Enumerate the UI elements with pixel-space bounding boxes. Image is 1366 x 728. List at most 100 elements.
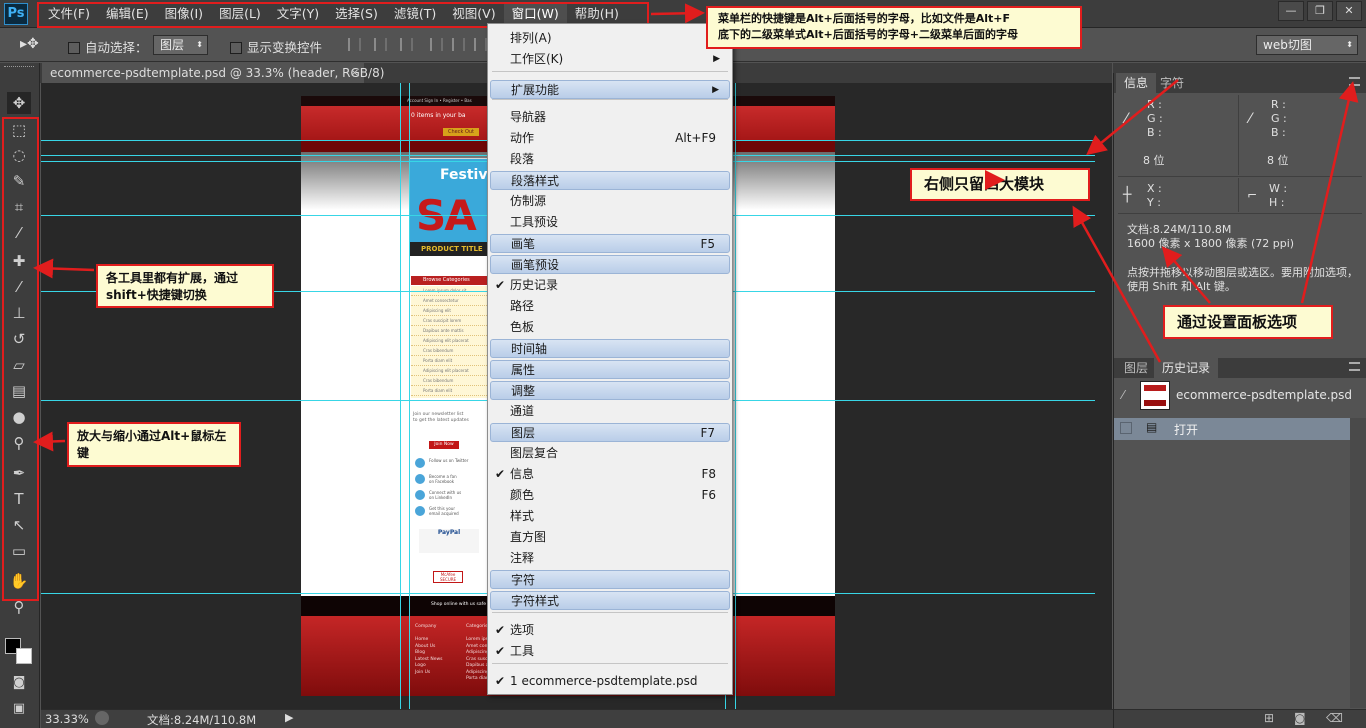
window-menu-item[interactable]: 颜色 F6: [490, 486, 730, 505]
auto-select-option[interactable]: 自动选择：: [68, 37, 148, 56]
menu-item-2[interactable]: 图像(I): [157, 3, 211, 25]
window-menu-item[interactable]: 工具 ✔: [490, 642, 730, 661]
window-menu-item[interactable]: 选项 ✔: [490, 621, 730, 640]
align-vcenter-icon[interactable]: [374, 38, 387, 51]
menu-item-9[interactable]: 帮助(H): [567, 3, 627, 25]
eraser-tool-icon[interactable]: ▱: [7, 354, 31, 376]
history-source-checkbox[interactable]: [1120, 422, 1132, 434]
show-transform-option[interactable]: 显示变换控件: [230, 37, 322, 56]
window-menu-item[interactable]: 样式: [490, 507, 730, 526]
window-menu-item[interactable]: 通道: [490, 402, 730, 421]
window-menu-item[interactable]: 字符: [490, 570, 730, 589]
tab-character[interactable]: 字符: [1152, 73, 1192, 93]
zoom-level[interactable]: 33.33%: [45, 712, 89, 726]
quick-mask-icon[interactable]: ◙: [7, 672, 31, 694]
background-color-swatch[interactable]: [16, 648, 32, 664]
align-left-icon[interactable]: [430, 38, 443, 51]
stamp-tool-icon[interactable]: ⊥: [7, 302, 31, 324]
workspace-dropdown[interactable]: web切图 ⬍: [1256, 35, 1358, 55]
menu-item-8[interactable]: 窗口(W): [503, 3, 567, 25]
hand-tool-icon[interactable]: ✋: [7, 570, 31, 592]
healing-brush-tool-icon[interactable]: ✚: [7, 250, 31, 272]
close-tab-icon[interactable]: ×: [350, 63, 359, 83]
tab-layers[interactable]: 图层: [1116, 358, 1156, 378]
menu-item-6[interactable]: 滤镜(T): [386, 3, 444, 25]
tools-grip[interactable]: [4, 66, 34, 72]
crop-tool-icon[interactable]: ⌗: [7, 196, 31, 218]
window-menu-item[interactable]: 图层 F7: [490, 423, 730, 442]
shape-tool-icon[interactable]: ▭: [7, 540, 31, 562]
minimize-button[interactable]: —: [1278, 1, 1304, 21]
window-menu-item[interactable]: 调整: [490, 381, 730, 400]
align-top-icon[interactable]: [348, 38, 361, 51]
window-menu-item[interactable]: 排列(A)▶: [490, 29, 730, 48]
window-menu-item[interactable]: 导航器: [490, 108, 730, 127]
zoom-tool-icon[interactable]: ⚲: [7, 596, 31, 618]
move-tool-icon[interactable]: ▸✥: [20, 36, 39, 52]
path-select-tool-icon[interactable]: ↖: [7, 514, 31, 536]
window-menu-item[interactable]: 图层复合: [490, 444, 730, 463]
window-menu-item[interactable]: 注释: [490, 549, 730, 568]
window-menu-item[interactable]: 直方图: [490, 528, 730, 547]
screen-mode-icon[interactable]: ▣: [7, 698, 31, 720]
status-arrow-icon[interactable]: ▶: [285, 711, 293, 724]
status-info-icon[interactable]: [95, 711, 109, 725]
menu-item-5[interactable]: 选择(S): [327, 3, 386, 25]
menu-item-0[interactable]: 文件(F): [40, 3, 98, 25]
window-menu-item[interactable]: 信息 F8 ✔: [490, 465, 730, 484]
align-right-icon[interactable]: [474, 38, 487, 51]
eyedropper-tool-icon[interactable]: ⁄: [7, 222, 31, 244]
brush-tool-icon[interactable]: ⁄: [7, 276, 31, 298]
history-brush-tool-icon[interactable]: ↺: [7, 328, 31, 350]
gradient-tool-icon[interactable]: ▤: [7, 380, 31, 402]
show-transform-checkbox[interactable]: [230, 42, 242, 54]
window-menu-item[interactable]: 仿制源: [490, 192, 730, 211]
lasso-tool-icon[interactable]: ◌: [7, 144, 31, 166]
quick-select-tool-icon[interactable]: ✎: [7, 170, 31, 192]
window-menu-item[interactable]: 工具预设: [490, 213, 730, 232]
close-button[interactable]: ✕: [1336, 1, 1362, 21]
move-tool-icon[interactable]: ✥: [7, 92, 31, 114]
history-state-row[interactable]: ▤ 打开: [1114, 418, 1350, 440]
panel-menu-icon[interactable]: [1349, 362, 1360, 371]
align-bottom-icon[interactable]: [400, 38, 413, 51]
marquee-tool-icon[interactable]: ⬚: [7, 119, 31, 141]
window-menu-item[interactable]: 历史记录 ✔: [490, 276, 730, 295]
dodge-tool-icon[interactable]: ⚲: [7, 432, 31, 454]
window-menu-item[interactable]: 段落样式: [490, 171, 730, 190]
dock-collapse-bar[interactable]: [1113, 63, 1366, 73]
new-document-icon[interactable]: ⊞: [1264, 711, 1274, 725]
blur-tool-icon[interactable]: ●: [7, 406, 31, 428]
restore-button[interactable]: ❐: [1307, 1, 1333, 21]
window-menu-item[interactable]: 动作 Alt+F9: [490, 129, 730, 148]
window-menu-item[interactable]: 属性: [490, 360, 730, 379]
window-menu-item[interactable]: 画笔预设: [490, 255, 730, 274]
menu-item-3[interactable]: 图层(L): [211, 3, 269, 25]
camera-icon[interactable]: ◙: [1294, 711, 1306, 725]
pen-tool-icon[interactable]: ✒: [7, 462, 31, 484]
menu-item-1[interactable]: 编辑(E): [98, 3, 157, 25]
history-brush-source-icon[interactable]: ⁄: [1122, 388, 1124, 402]
align-hcenter-icon[interactable]: [452, 38, 465, 51]
window-menu-item[interactable]: 扩展功能 ▶: [490, 80, 730, 99]
history-scrollbar[interactable]: [1350, 418, 1366, 708]
window-menu-item[interactable]: 色板: [490, 318, 730, 337]
tab-info[interactable]: 信息: [1116, 73, 1157, 93]
window-menu-item[interactable]: 时间轴: [490, 339, 730, 358]
window-menu-item[interactable]: 画笔 F5: [490, 234, 730, 253]
type-tool-icon[interactable]: T: [7, 488, 31, 510]
menu-item-7[interactable]: 视图(V): [444, 3, 503, 25]
menu-item-4[interactable]: 文字(Y): [269, 3, 327, 25]
tab-history[interactable]: 历史记录: [1154, 358, 1219, 378]
window-menu-item[interactable]: 字符样式: [490, 591, 730, 610]
window-menu-item[interactable]: 段落: [490, 150, 730, 169]
auto-select-dropdown[interactable]: 图层 ⬍: [153, 35, 208, 55]
window-menu-item[interactable]: 路径: [490, 297, 730, 316]
trash-icon[interactable]: ⌫: [1326, 711, 1343, 725]
window-menu-item[interactable]: 工作区(K) ▶: [490, 50, 730, 69]
window-menu-item[interactable]: 1 ecommerce-psdtemplate.psd ✔: [490, 672, 730, 691]
history-snapshot-row[interactable]: ⁄ ecommerce-psdtemplate.psd: [1114, 378, 1366, 414]
auto-select-checkbox[interactable]: [68, 42, 80, 54]
panel-menu-icon[interactable]: [1349, 77, 1360, 86]
document-tab[interactable]: ecommerce-psdtemplate.psd @ 33.3% (heade…: [42, 63, 384, 83]
